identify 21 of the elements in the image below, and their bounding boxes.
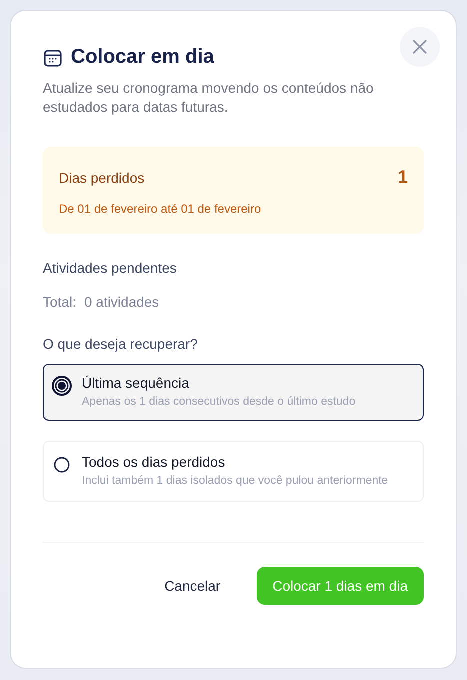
question-label: O que deseja recuperar? bbox=[43, 336, 199, 352]
option-description: Apenas os 1 dias consecutivos desde o último estudo bbox=[82, 395, 356, 410]
option-card[interactable]: Última sequência Apenas os 1 dias consecutivos desde o último estudo bbox=[43, 364, 424, 421]
date-range: De 01 de fevereiro até 01 de fevereiro bbox=[59, 202, 262, 216]
dialog-title: Colocar em dia bbox=[71, 46, 214, 69]
total-label: Total: bbox=[43, 294, 76, 310]
total-value: 0 atividades bbox=[84, 294, 160, 310]
option-description: Inclui também 1 dias isolados que você pulou anteriormente bbox=[82, 474, 388, 489]
close-icon bbox=[412, 39, 428, 55]
calendar-icon bbox=[43, 48, 63, 68]
section-heading: Atividades pendentes bbox=[43, 260, 178, 276]
missed-days-count: 1 bbox=[398, 167, 408, 188]
radio-button[interactable] bbox=[52, 455, 72, 475]
missed-days-label: Dias perdidos bbox=[59, 170, 145, 186]
close-button[interactable] bbox=[400, 27, 440, 67]
option-title: Todos os dias perdidos bbox=[82, 454, 226, 470]
dialog-description: Atualize seu cronograma movendo os conteúdos não estudados para datas futuras. bbox=[43, 79, 375, 117]
option-title: Última sequência bbox=[82, 375, 190, 391]
cancel-button[interactable]: Cancelar bbox=[164, 578, 221, 594]
option-card[interactable]: Todos os dias perdidos Inclui também 1 dias isolados que você pulou anteriormente bbox=[43, 441, 424, 502]
radio-button[interactable] bbox=[52, 376, 72, 396]
